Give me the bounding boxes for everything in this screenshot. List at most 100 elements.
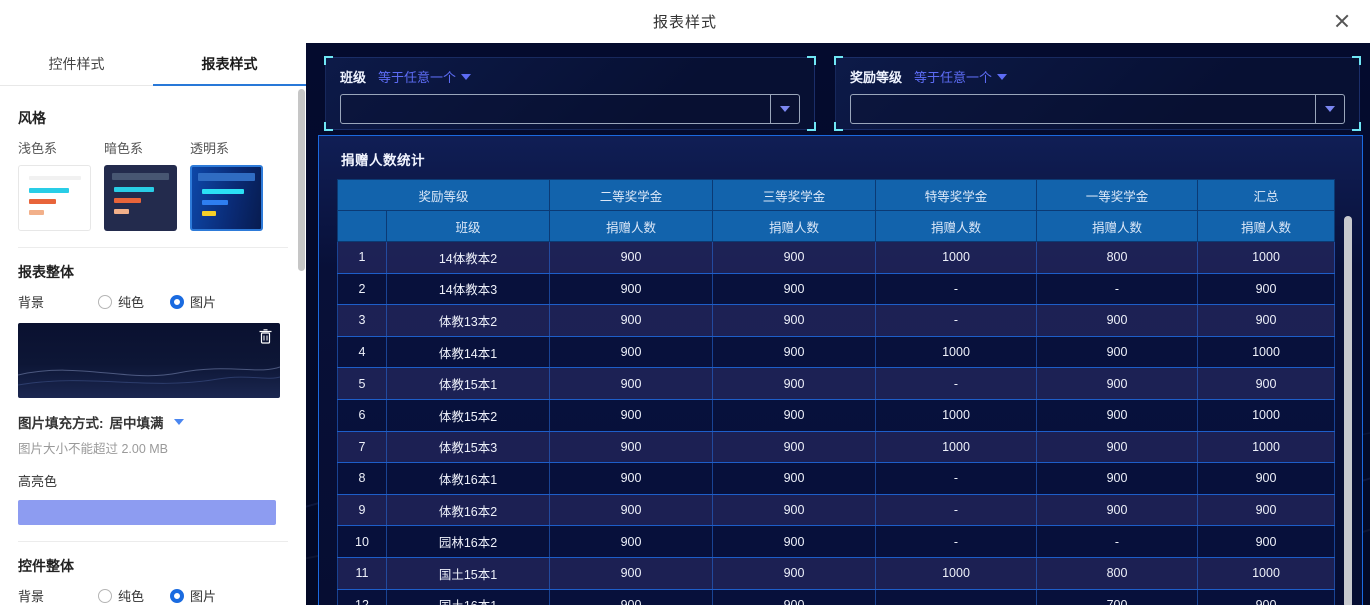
cell-donation-count: 700 [1036, 589, 1199, 605]
theme-thumb-transparent-selected[interactable] [190, 165, 263, 231]
thumb-bar-cyan [114, 187, 154, 192]
cell-class-name: 体教15本3 [385, 431, 551, 464]
cell-class-name: 体教15本2 [385, 399, 551, 432]
cell-donation-count: 900 [712, 367, 877, 400]
report-style-dialog: 报表样式 控件样式 报表样式 风格 浅色系 暗色系 透明系 报表整体 背景 纯色… [0, 0, 1370, 605]
select-arrow-box[interactable] [1315, 95, 1344, 123]
radio-image[interactable]: 图片 [170, 292, 216, 311]
cell-class-name: 国土16本1 [385, 589, 551, 605]
cell-donation-count: 900 [712, 589, 877, 605]
cell-donation-count: - [875, 525, 1038, 558]
cell-donation-count: 900 [1036, 336, 1199, 369]
background-image-preview [18, 323, 280, 398]
sidebar-tabs: 控件样式 报表样式 [0, 43, 306, 86]
table-row: 6 体教15本2 900 900 1000 900 1000 [337, 399, 1336, 432]
thumb-bar-blue [202, 200, 228, 205]
trash-icon[interactable] [259, 329, 272, 349]
cell-donation-count: 900 [1036, 494, 1199, 527]
cell-row-number: 10 [337, 525, 387, 558]
select-arrow-box[interactable] [770, 95, 799, 123]
thumb-header-bar [29, 176, 81, 180]
cell-row-number: 12 [337, 589, 387, 605]
cell-donation-count: 900 [1197, 525, 1336, 558]
sidebar-scrollbar[interactable] [298, 89, 305, 271]
fill-mode-value[interactable]: 居中填满 [110, 412, 164, 432]
donation-stats-table: 奖励等级 二等奖学金 三等奖学金 特等奖学金 一等奖学金 汇总 班级 捐赠人数 捐赠人数 捐赠人数… [336, 179, 1336, 605]
thumb-header-bar [198, 173, 255, 181]
chevron-down-icon [997, 73, 1008, 80]
cell-class-name: 园林16本2 [385, 525, 551, 558]
radio-image-label: 图片 [190, 295, 217, 310]
filter-operator-dropdown[interactable]: 等于任意一个 [914, 67, 1008, 86]
cell-donation-count: 900 [549, 304, 714, 337]
corner-bracket [324, 122, 333, 131]
cell-donation-count: 900 [549, 273, 714, 306]
theme-thumb-light[interactable] [18, 165, 91, 231]
cell-donation-count: 900 [1197, 304, 1336, 337]
cell-donation-count: 900 [549, 494, 714, 527]
header-scholarship-column: 特等奖学金 [875, 179, 1038, 211]
section-divider [18, 541, 288, 542]
radio-solid-label: 纯色 [118, 589, 145, 604]
cell-donation-count: 900 [549, 399, 714, 432]
tab-control-style[interactable]: 控件样式 [0, 43, 153, 85]
cell-donation-count: 900 [549, 431, 714, 464]
filter-operator-label: 等于任意一个 [914, 70, 993, 85]
filter-operator-dropdown[interactable]: 等于任意一个 [378, 67, 472, 86]
table-scrollbar[interactable] [1344, 216, 1352, 605]
header-class: 班级 [385, 210, 551, 242]
cell-donation-count: 1000 [1197, 241, 1336, 274]
filter-value-select[interactable] [850, 94, 1345, 124]
image-size-hint: 图片大小不能超过 2.00 MB [18, 442, 169, 456]
theme-thumbnails [18, 165, 288, 231]
radio-solid-color[interactable]: 纯色 [98, 292, 144, 311]
radio-icon-selected [170, 294, 185, 309]
control-background-row: 背景 纯色 图片 [18, 586, 288, 605]
chevron-down-icon [461, 73, 472, 80]
cell-donation-count: 1000 [875, 557, 1038, 590]
table-row: 7 体教15本3 900 900 1000 900 1000 [337, 431, 1336, 464]
settings-sidebar: 控件样式 报表样式 风格 浅色系 暗色系 透明系 报表整体 背景 纯色 图片 图… [0, 43, 306, 605]
header-scholarship-column: 三等奖学金 [712, 179, 877, 211]
filter-value-text [851, 95, 1315, 123]
chevron-down-icon [780, 106, 790, 112]
filter-value-select[interactable] [340, 94, 800, 124]
thumb-bar-peach [29, 210, 44, 215]
cell-class-name: 体教14本1 [385, 336, 551, 369]
report-background-row: 背景 纯色 图片 [18, 292, 288, 311]
radio-image[interactable]: 图片 [170, 586, 216, 605]
cell-row-number: 3 [337, 304, 387, 337]
filter-panel-award-level: 奖励等级 等于任意一个 [834, 56, 1361, 131]
cell-donation-count: 900 [1036, 399, 1199, 432]
radio-solid-color[interactable]: 纯色 [98, 586, 144, 605]
table-title: 捐赠人数统计 [341, 153, 425, 168]
cell-row-number: 9 [337, 494, 387, 527]
corner-bracket [834, 122, 843, 131]
chevron-down-icon[interactable] [173, 419, 184, 425]
highlight-color-swatch[interactable] [18, 500, 276, 525]
header-metric: 捐赠人数 [549, 210, 714, 242]
thumb-bars [29, 188, 69, 221]
cell-donation-count: 900 [1197, 367, 1336, 400]
table-row: 9 体教16本2 900 900-900 900 [337, 494, 1336, 527]
table-row: 5 体教15本1 900 900-900 900 [337, 367, 1336, 400]
cell-donation-count: 900 [549, 557, 714, 590]
dialog-title: 报表样式 [652, 14, 718, 31]
cell-donation-count: 900 [712, 304, 877, 337]
theme-label-transparent: 透明系 [190, 141, 230, 156]
radio-solid-label: 纯色 [118, 295, 145, 310]
cell-donation-count: 900 [549, 367, 714, 400]
fill-mode-label: 图片填充方式: [18, 416, 104, 431]
cell-donation-count: 900 [1197, 462, 1336, 495]
filter-panel-class: 班级 等于任意一个 [324, 56, 816, 131]
theme-thumb-dark[interactable] [104, 165, 177, 231]
close-icon[interactable] [1330, 9, 1354, 33]
theme-option-labels: 浅色系 暗色系 透明系 [18, 138, 288, 157]
cell-donation-count: 900 [712, 494, 877, 527]
cell-donation-count: 900 [1036, 304, 1199, 337]
tab-report-style[interactable]: 报表样式 [153, 43, 306, 86]
header-metric: 捐赠人数 [712, 210, 877, 242]
cell-donation-count: - [875, 367, 1038, 400]
cell-donation-count: 1000 [875, 241, 1038, 274]
cell-donation-count: - [875, 273, 1038, 306]
